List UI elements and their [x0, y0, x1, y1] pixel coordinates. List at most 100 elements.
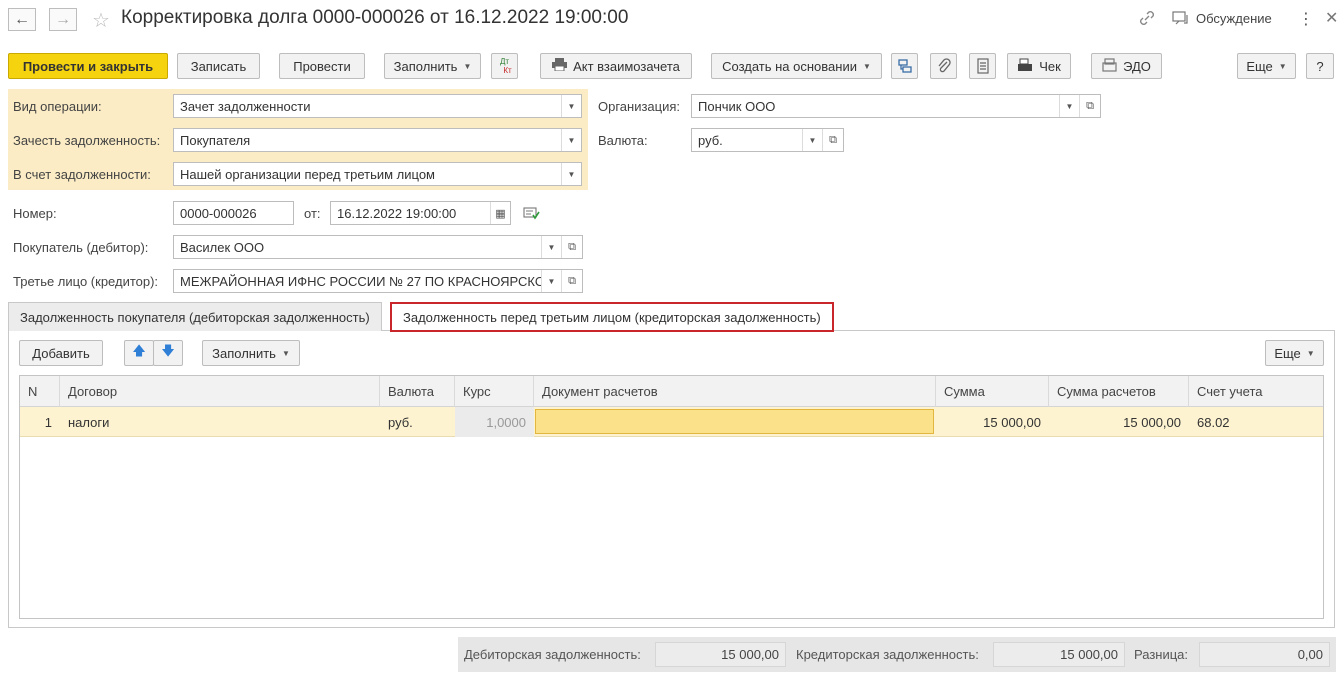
operation-type-field[interactable]: Зачет задолженности ▼: [173, 94, 582, 118]
difference-value: 0,00: [1199, 642, 1330, 667]
cell-account[interactable]: 68.02: [1189, 407, 1323, 437]
move-down-button[interactable]: 🡇: [153, 340, 183, 366]
attach-button[interactable]: [930, 53, 957, 79]
post-button[interactable]: Провести: [279, 53, 365, 79]
table-header: N Договор Валюта Курс Документ расчетов …: [20, 376, 1323, 407]
against-debt-label: В счет задолженности:: [13, 167, 151, 182]
dropdown-arrow-icon[interactable]: ▼: [561, 129, 581, 151]
receipt-label: Чек: [1039, 58, 1061, 74]
cell-amount[interactable]: 15 000,00: [936, 407, 1049, 437]
third-party-field[interactable]: МЕЖРАЙОННАЯ ИФНС РОССИИ № 27 ПО КРАСНОЯР…: [173, 269, 583, 293]
post-and-close-label: Провести и закрыть: [22, 58, 154, 74]
table-more-label: Еще: [1274, 345, 1301, 361]
cell-settlement-doc[interactable]: [535, 409, 934, 434]
difference-label: Разница:: [1134, 647, 1189, 662]
create-based-button[interactable]: Создать на основании ▼: [711, 53, 882, 79]
offset-debt-value: Покупателя: [180, 132, 251, 148]
payables-table[interactable]: N Договор Валюта Курс Документ расчетов …: [19, 375, 1324, 619]
column-header-account[interactable]: Счет учета: [1189, 376, 1323, 407]
date-value: 16.12.2022 19:00:00: [337, 205, 457, 221]
date-field[interactable]: 16.12.2022 19:00:00 ▦: [330, 201, 511, 225]
column-header-amount[interactable]: Сумма: [936, 376, 1049, 407]
column-header-currency[interactable]: Валюта: [380, 376, 455, 407]
page-title: Корректировка долга 0000-000026 от 16.12…: [121, 7, 629, 28]
dtkt-button[interactable]: Дт Кт: [491, 53, 518, 79]
report-button[interactable]: [969, 53, 996, 79]
open-icon[interactable]: ⧉: [561, 270, 582, 292]
arrow-up-icon: 🡅: [132, 343, 146, 358]
offset-act-button[interactable]: Акт взаимозачета: [540, 53, 692, 79]
table-row[interactable]: 1 налоги руб. 1,0000 15 000,00 15 000,00…: [20, 407, 1323, 437]
open-icon[interactable]: ⧉: [561, 236, 582, 258]
offset-debt-field[interactable]: Покупателя ▼: [173, 128, 582, 152]
table-fill-button[interactable]: Заполнить ▼: [202, 340, 300, 366]
dropdown-arrow-icon[interactable]: ▼: [541, 236, 561, 258]
open-icon[interactable]: ⧉: [822, 129, 843, 151]
link-icon[interactable]: [1138, 9, 1158, 29]
currency-field[interactable]: руб. ▼ ⧉: [691, 128, 844, 152]
add-row-label: Добавить: [32, 345, 90, 361]
date-label: от:: [304, 206, 321, 221]
document-status-icon[interactable]: [523, 206, 540, 223]
caret-down-icon: ▼: [463, 61, 472, 71]
number-label: Номер:: [13, 206, 57, 221]
add-row-button[interactable]: Добавить: [19, 340, 103, 366]
credit-total-label: Кредиторская задолженность:: [796, 647, 979, 662]
column-header-n[interactable]: N: [20, 376, 60, 407]
caret-down-icon: ▼: [1306, 348, 1315, 358]
post-and-close-button[interactable]: Провести и закрыть: [8, 53, 168, 79]
move-up-button[interactable]: 🡅: [124, 340, 154, 366]
organization-label: Организация:: [598, 99, 681, 114]
cell-contract[interactable]: налоги: [60, 407, 380, 437]
column-header-settlement-doc[interactable]: Документ расчетов: [534, 376, 936, 407]
buyer-label: Покупатель (дебитор):: [13, 240, 149, 255]
number-field[interactable]: 0000-000026: [173, 201, 294, 225]
buyer-value: Василек ООО: [180, 239, 265, 255]
dropdown-arrow-icon[interactable]: ▼: [802, 129, 822, 151]
back-button[interactable]: ←: [8, 8, 36, 31]
dropdown-arrow-icon[interactable]: ▼: [561, 163, 581, 185]
dropdown-arrow-icon[interactable]: ▼: [1059, 95, 1079, 117]
column-header-contract[interactable]: Договор: [60, 376, 380, 407]
discussion-icon[interactable]: [1172, 11, 1190, 27]
document-list-icon: [976, 58, 989, 74]
cell-currency[interactable]: руб.: [380, 407, 455, 437]
fill-label: Заполнить: [393, 58, 458, 74]
table-more-button[interactable]: Еще ▼: [1265, 340, 1324, 366]
save-button[interactable]: Записать: [177, 53, 260, 79]
dt-label: Дт: [499, 57, 510, 66]
arrow-down-icon: 🡇: [161, 343, 175, 358]
fill-dropdown-button[interactable]: Заполнить ▼: [384, 53, 481, 79]
dropdown-arrow-icon[interactable]: ▼: [561, 95, 581, 117]
buyer-field[interactable]: Василек ООО ▼ ⧉: [173, 235, 583, 259]
edo-icon: [1102, 57, 1117, 75]
column-header-settlement-amount[interactable]: Сумма расчетов: [1049, 376, 1189, 407]
receipt-button[interactable]: Чек: [1007, 53, 1071, 79]
organization-field[interactable]: Пончик ООО ▼ ⧉: [691, 94, 1101, 118]
column-header-rate[interactable]: Курс: [455, 376, 534, 407]
offset-act-label: Акт взаимозачета: [573, 58, 680, 74]
forward-button[interactable]: →: [49, 8, 77, 31]
kt-label: Кт: [503, 66, 512, 75]
credit-total-value: 15 000,00: [993, 642, 1125, 667]
edo-button[interactable]: ЭДО: [1091, 53, 1162, 79]
tab-payables[interactable]: Задолженность перед третьим лицом (креди…: [390, 302, 834, 332]
currency-label: Валюта:: [598, 133, 648, 148]
create-based-label: Создать на основании: [722, 58, 857, 74]
more-button[interactable]: Еще ▼: [1237, 53, 1296, 79]
cell-settlement-amount[interactable]: 15 000,00: [1049, 407, 1189, 437]
against-debt-field[interactable]: Нашей организации перед третьим лицом ▼: [173, 162, 582, 186]
discussion-link[interactable]: Обсуждение: [1196, 11, 1272, 26]
tab-receivables[interactable]: Задолженность покупателя (дебиторская за…: [8, 302, 382, 331]
help-button[interactable]: ?: [1306, 53, 1334, 79]
open-icon[interactable]: ⧉: [1079, 95, 1100, 117]
offset-debt-label: Зачесть задолженность:: [13, 133, 161, 148]
calendar-icon[interactable]: ▦: [490, 202, 510, 224]
more-vert-icon[interactable]: ⋮: [1298, 9, 1314, 29]
close-icon[interactable]: ✕: [1325, 8, 1337, 28]
favorite-star-icon[interactable]: ☆: [92, 8, 110, 33]
dropdown-arrow-icon[interactable]: ▼: [541, 270, 561, 292]
currency-value: руб.: [698, 132, 723, 148]
structure-button[interactable]: [891, 53, 918, 79]
arrow-left-icon: ←: [14, 10, 30, 28]
